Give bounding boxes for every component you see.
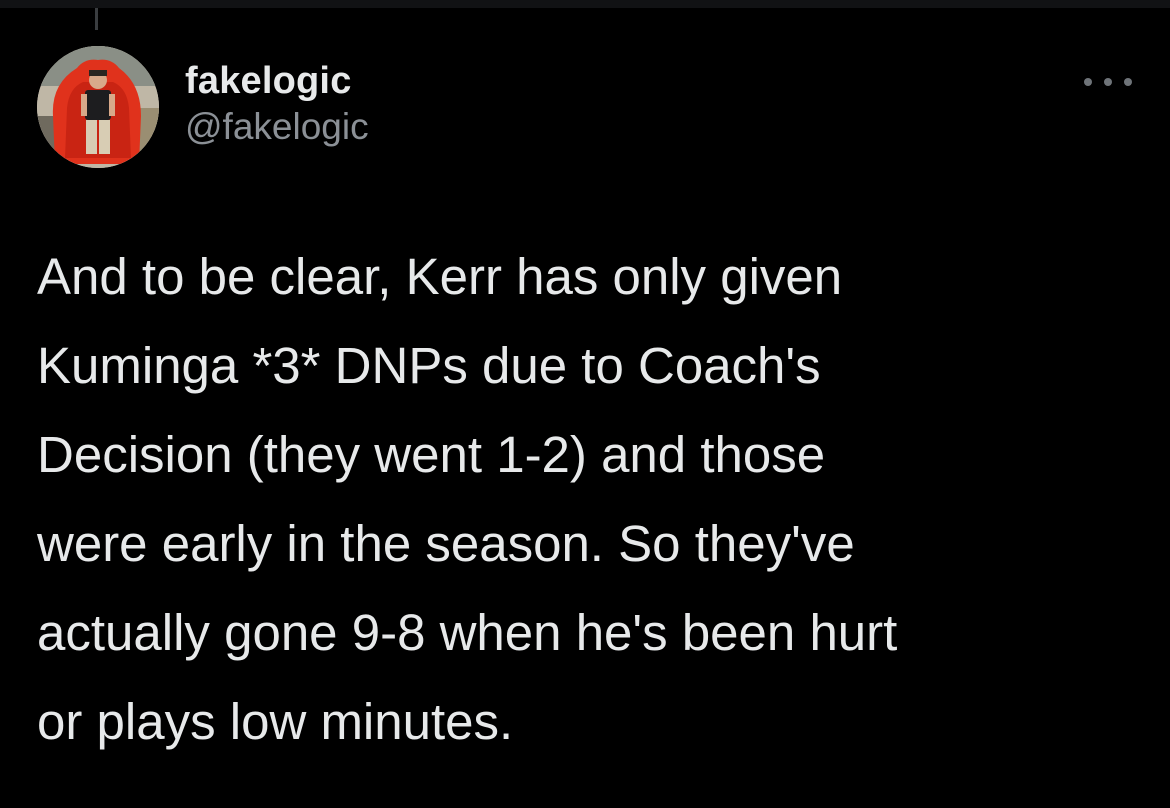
author-avatar[interactable] (37, 46, 159, 168)
more-options-button[interactable] (1084, 70, 1132, 94)
user-avatar-icon (37, 46, 159, 168)
tweet-text-line: And to be clear, Kerr has only given (37, 248, 843, 305)
more-horizontal-icon (1104, 78, 1112, 86)
tweet-text-line: actually gone 9-8 when he's been hurt (37, 604, 898, 661)
tweet-text: And to be clear, Kerr has only given Kum… (37, 232, 1137, 766)
author-display-name[interactable]: fakelogic (185, 58, 369, 104)
more-horizontal-icon (1124, 78, 1132, 86)
more-horizontal-icon (1084, 78, 1092, 86)
tweet-text-line: Decision (they went 1-2) and those (37, 426, 826, 483)
tweet-text-line: or plays low minutes. (37, 693, 514, 750)
author-handle[interactable]: @fakelogic (185, 104, 369, 150)
tweet-text-line: were early in the season. So they've (37, 515, 855, 572)
author-info[interactable]: fakelogic @fakelogic (185, 58, 369, 150)
tweet-text-line: Kuminga *3* DNPs due to Coach's (37, 337, 821, 394)
tweet: fakelogic @fakelogic And to be clear, Ke… (0, 0, 1170, 808)
